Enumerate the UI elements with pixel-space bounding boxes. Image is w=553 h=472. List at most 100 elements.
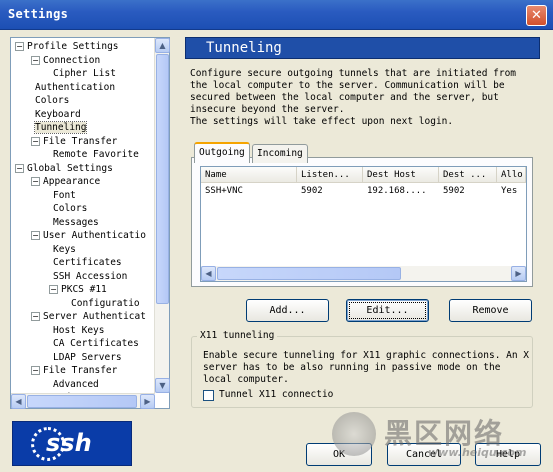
tree-item[interactable]: Keys [49,243,76,256]
scroll-down-arrow-icon[interactable]: ▼ [155,378,170,393]
tree-item[interactable]: − Global Settings [15,162,113,175]
cell-dest-port: 5902 [443,186,465,196]
tree-item[interactable]: − User Authenticatio [31,229,146,242]
list-scroll-right-icon[interactable]: ▶ [511,266,526,281]
tunnel-x11-checkbox[interactable] [203,390,214,401]
tree-item-label: Keys [53,243,76,255]
tree-item-label: Cipher List [53,68,116,79]
tree-item-label: Tunneling [33,121,88,134]
tab-incoming[interactable]: Incoming [252,144,308,163]
tree-vertical-scrollbar[interactable]: ▲ ▼ [154,38,170,393]
panel-description: Configure secure outgoing tunnels that a… [190,68,517,127]
tree-item[interactable]: − File Transfer [31,135,117,148]
collapse-icon[interactable]: − [49,285,58,294]
tree-item-label: LDAP Servers [53,351,122,363]
tree-hscroll-thumb[interactable] [27,395,137,408]
collapse-icon[interactable]: − [31,231,40,240]
tree-item[interactable]: Colors [49,202,87,215]
tree-item[interactable]: Colors [31,94,69,107]
watermark-url: www.heiqu.com [428,446,527,459]
tree-item[interactable]: Host Keys [49,324,104,337]
scroll-right-arrow-icon[interactable]: ▶ [140,394,155,409]
collapse-icon[interactable]: − [31,177,40,186]
tree-item-label: CA Certificates [53,338,139,349]
tree-item[interactable]: Configuratio [67,297,140,310]
collapse-icon[interactable]: − [15,42,24,51]
close-button[interactable]: ✕ [526,5,547,26]
tree-horizontal-scrollbar[interactable]: ◀ ▶ [11,393,155,409]
tree-item[interactable]: − Appearance [31,175,100,188]
tree-item[interactable]: CA Certificates [49,337,139,350]
tree-item-label: Colors [35,95,70,106]
tree-item-label: Messages [53,216,99,228]
add-button[interactable]: Add... [246,299,329,322]
tree-item[interactable]: Tunneling [31,121,88,134]
tree-item[interactable]: Keyboard [31,108,81,121]
table-row[interactable]: SSH+VNC 5902 192.168.... 5902 Yes [201,184,526,199]
tree-item-label: Connection [43,54,101,66]
column-header-allow[interactable]: Allo [497,167,526,183]
collapse-icon[interactable]: − [31,366,40,375]
collapse-icon[interactable]: − [31,136,40,146]
tree-item[interactable]: Messages [49,216,99,229]
tree-item-label: Remote Favorite [53,149,139,160]
window-title: Settings [8,7,69,21]
tree-scroll-thumb[interactable] [156,54,169,304]
tree-item[interactable]: − PKCS #11 [49,283,107,296]
x11-description: Enable secure tunneling for X11 graphic … [203,350,530,385]
tree-item[interactable]: − Server Authenticat [31,310,146,323]
title-bar: Settings ✕ [0,0,553,30]
tab-outgoing[interactable]: Outgoing [194,142,250,163]
list-header: Name Listen... Dest Host Dest ... Allo [201,167,526,183]
tree-item[interactable]: Certificates [49,256,122,269]
tree-item-label: Certificates [53,257,122,268]
collapse-icon[interactable]: − [31,55,40,65]
cell-listen: 5902 [301,186,323,196]
scroll-up-arrow-icon[interactable]: ▲ [155,38,170,53]
tree-content: − Profile Settings − Connection Cipher List A… [11,38,155,393]
column-header-listen[interactable]: Listen... [297,167,363,183]
panel-header: Tunneling [185,37,540,59]
scroll-left-arrow-icon[interactable]: ◀ [11,394,26,409]
logo-text: ssh [46,429,92,457]
tree-item[interactable]: − Connection [31,54,100,67]
tree-item[interactable]: Remote Favorite [49,148,139,161]
tree-item-label: File Transfer [43,135,118,147]
tree-item[interactable]: − Profile Settings [15,40,119,53]
tree-item-label: Colors [53,203,88,214]
tree-item-label: Advanced [53,378,99,390]
column-header-name[interactable]: Name [201,167,297,183]
ssh-logo: ssh [12,421,132,466]
tree-item[interactable]: SSH Accession [49,270,127,283]
remove-button[interactable]: Remove [449,299,532,322]
tree-item-label: User Authenticatio [43,230,146,241]
tree-item[interactable]: Cipher List [49,67,116,80]
cell-name: SSH+VNC [205,186,243,196]
tree-item-label: SSH Accession [53,270,128,282]
collapse-icon[interactable]: − [15,163,24,173]
tree-item-label: Configuratio [71,297,140,309]
tree-item[interactable]: Authentication [31,81,115,94]
x11-legend: X11 tunneling [197,330,278,341]
tree-item[interactable]: LDAP Servers [49,351,122,364]
column-header-dest-host[interactable]: Dest Host [363,167,439,183]
column-header-dest-port[interactable]: Dest ... [439,167,497,183]
cell-dest-host: 192.168.... [367,186,427,196]
tunnels-list[interactable]: Name Listen... Dest Host Dest ... Allo S… [200,166,527,282]
tree-item[interactable]: − File Transfer [31,364,117,377]
tree-item-label: File Transfer [43,365,118,376]
tree-item-label: Keyboard [35,108,81,120]
settings-tree[interactable]: − Profile Settings − Connection Cipher List A… [10,37,170,409]
watermark: 黑区网络 www.heiqu.com [330,412,550,468]
tunnel-x11-label[interactable]: Tunnel X11 connectio [219,389,333,400]
watermark-logo-icon [332,412,376,456]
list-scroll-thumb[interactable] [217,267,401,280]
tree-item[interactable]: Font [49,189,76,202]
list-scroll-left-icon[interactable]: ◀ [201,266,216,281]
tree-item-label: Global Settings [27,162,113,174]
tree-item[interactable]: Advanced [49,378,99,391]
collapse-icon[interactable]: − [31,312,40,321]
list-horizontal-scrollbar[interactable]: ◀ ▶ [201,266,526,281]
cell-allow: Yes [501,186,518,196]
edit-button[interactable]: Edit... [346,299,429,322]
